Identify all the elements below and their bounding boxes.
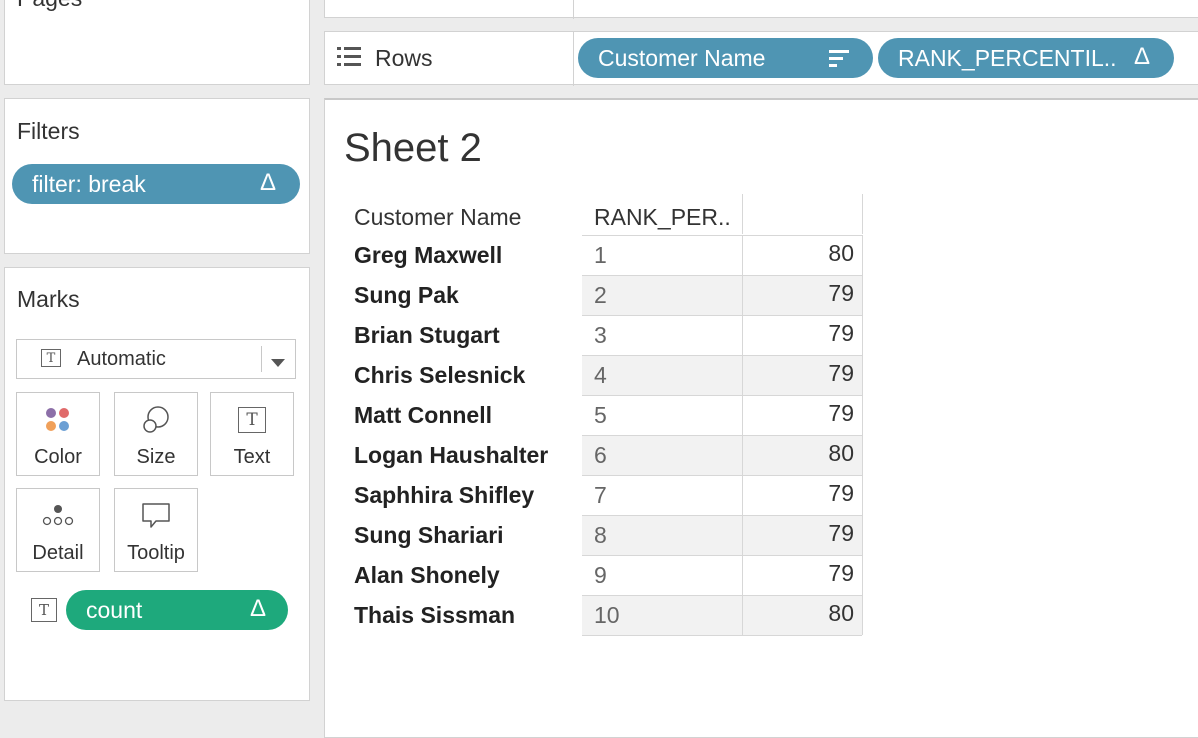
tooltip-icon xyxy=(141,489,171,542)
rank-cell: 5 xyxy=(582,395,743,435)
text-mark-icon: T xyxy=(41,349,61,367)
customer-name-cell: Sung Pak xyxy=(354,282,459,308)
mark-type-dropdown[interactable]: T Automatic xyxy=(16,339,296,379)
filters-title: Filters xyxy=(17,118,80,144)
customer-name-pill[interactable]: Customer Name xyxy=(578,38,873,78)
rank-cell: 3 xyxy=(582,315,743,355)
value-cell: 79 xyxy=(743,555,863,595)
pages-panel: Pages xyxy=(4,0,310,85)
rank-cell: 9 xyxy=(582,555,743,595)
value-cell: 79 xyxy=(743,315,863,355)
table-row[interactable]: Alan Shonely 9 79 xyxy=(342,555,863,595)
row-divider xyxy=(582,635,862,636)
text-button-label: Text xyxy=(233,446,271,468)
dropdown-divider xyxy=(261,346,262,372)
marks-panel: Marks xyxy=(4,267,310,701)
customer-name-cell: Sung Shariari xyxy=(354,522,504,548)
value-cell: 80 xyxy=(743,235,863,275)
rank-cell: 10 xyxy=(582,595,743,635)
count-pill[interactable]: count Δ xyxy=(66,590,288,630)
table-row[interactable]: Logan Haushalter 6 80 xyxy=(342,435,863,475)
text-button[interactable]: T Text xyxy=(210,392,294,476)
marks-title: Marks xyxy=(17,286,80,312)
size-button[interactable]: Size xyxy=(114,392,198,476)
tooltip-button[interactable]: Tooltip xyxy=(114,488,198,572)
row-divider xyxy=(582,595,862,596)
table-row[interactable]: Saphhira Shifley 7 79 xyxy=(342,475,863,515)
row-divider xyxy=(582,475,862,476)
customer-name-pill-label: Customer Name xyxy=(598,44,766,71)
row-divider xyxy=(582,355,862,356)
delta-icon: Δ xyxy=(259,169,276,196)
detail-button-label: Detail xyxy=(32,542,84,564)
row-divider xyxy=(582,235,862,236)
chevron-down-icon[interactable] xyxy=(271,355,285,373)
text-encoding-icon: T xyxy=(31,598,57,622)
table-row[interactable]: Chris Selesnick 4 79 xyxy=(342,355,863,395)
customer-name-cell: Thais Sissman xyxy=(354,602,516,628)
value-cell: 79 xyxy=(743,275,863,315)
header-divider xyxy=(862,194,863,234)
value-cell: 79 xyxy=(743,355,863,395)
value-cell: 79 xyxy=(743,515,863,555)
color-button-label: Color xyxy=(34,446,82,468)
rank-cell: 8 xyxy=(582,515,743,555)
row-divider xyxy=(582,315,862,316)
count-pill-label: count xyxy=(86,596,143,623)
row-divider xyxy=(582,555,862,556)
value-cell: 79 xyxy=(743,475,863,515)
rank-cell: 6 xyxy=(582,435,743,475)
customer-name-cell: Matt Connell xyxy=(354,402,492,428)
filter-break-pill[interactable]: filter: break Δ xyxy=(12,164,300,204)
rows-list-icon xyxy=(337,46,361,73)
color-icon xyxy=(44,393,72,446)
table-row[interactable]: Matt Connell 5 79 xyxy=(342,395,863,435)
header-rank-percentile[interactable]: RANK_PER.. xyxy=(594,204,731,231)
table-row[interactable]: Greg Maxwell 1 80 xyxy=(342,235,863,275)
customer-name-cell: Logan Haushalter xyxy=(354,442,549,468)
table-row[interactable]: Thais Sissman 10 80 xyxy=(342,595,863,635)
table-row[interactable]: Sung Pak 2 79 xyxy=(342,275,863,315)
rank-cell: 1 xyxy=(582,235,743,275)
filter-break-pill-label: filter: break xyxy=(32,170,146,197)
shelf-divider xyxy=(573,0,574,19)
mark-type-label: Automatic xyxy=(77,348,166,370)
sort-descending-icon[interactable] xyxy=(829,48,851,75)
value-cell: 80 xyxy=(743,595,863,635)
detail-icon xyxy=(41,489,75,542)
customer-name-cell: Chris Selesnick xyxy=(354,362,526,388)
row-divider xyxy=(582,515,862,516)
rank-percentile-pill-label: RANK_PERCENTIL.. xyxy=(898,44,1117,71)
table-row[interactable]: Brian Stugart 3 79 xyxy=(342,315,863,355)
delta-icon: Δ xyxy=(249,595,266,622)
pages-title: Pages xyxy=(17,0,82,12)
customer-name-cell: Alan Shonely xyxy=(354,562,500,588)
header-divider xyxy=(742,194,743,234)
row-divider xyxy=(582,395,862,396)
color-button[interactable]: Color xyxy=(16,392,100,476)
rank-cell: 7 xyxy=(582,475,743,515)
table-row[interactable]: Sung Shariari 8 79 xyxy=(342,515,863,555)
size-icon xyxy=(141,393,171,446)
delta-icon: Δ xyxy=(1133,43,1150,70)
tooltip-button-label: Tooltip xyxy=(127,542,185,564)
rank-cell: 4 xyxy=(582,355,743,395)
sheet-title: Sheet 2 xyxy=(344,126,482,170)
size-button-label: Size xyxy=(136,446,176,468)
rank-cell: 2 xyxy=(582,275,743,315)
header-customer-name[interactable]: Customer Name xyxy=(354,204,521,231)
customer-name-cell: Brian Stugart xyxy=(354,322,500,348)
rows-label: Rows xyxy=(375,45,433,71)
row-divider xyxy=(582,435,862,436)
value-cell: 79 xyxy=(743,395,863,435)
columns-shelf[interactable] xyxy=(324,0,1198,19)
shelf-divider xyxy=(573,32,574,86)
value-cell: 80 xyxy=(743,435,863,475)
customer-name-cell: Saphhira Shifley xyxy=(354,482,535,508)
text-icon: T xyxy=(238,393,266,446)
row-divider xyxy=(582,275,862,276)
detail-button[interactable]: Detail xyxy=(16,488,100,572)
customer-name-cell: Greg Maxwell xyxy=(354,242,503,268)
rank-percentile-pill[interactable]: RANK_PERCENTIL.. Δ xyxy=(878,38,1174,78)
